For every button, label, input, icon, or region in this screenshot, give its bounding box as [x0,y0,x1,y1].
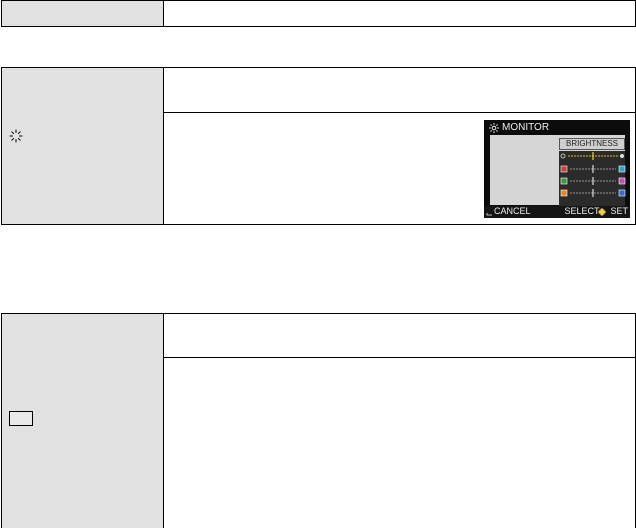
row-divider [164,357,635,358]
select-text: SELECT [564,206,600,216]
brightness-sliders [484,151,630,218]
table-key-setting [1,313,636,528]
button-icon [9,411,33,426]
table-header-row [1,0,636,27]
select-label: SELECT SET [564,206,628,217]
sun-icon [9,129,23,143]
table-label-cell [2,314,164,528]
monitor-screen-image: MONITOR BRIGHTNESS CANCEL SELECT SET [484,120,630,218]
cancel-label: CANCEL [494,206,531,216]
table-label-cell [2,68,164,224]
set-text: SET [610,206,628,216]
table-monitor-setting: MONITOR BRIGHTNESS CANCEL SELECT SET [1,67,636,225]
table-label-cell [2,1,164,26]
row-divider [164,112,635,113]
